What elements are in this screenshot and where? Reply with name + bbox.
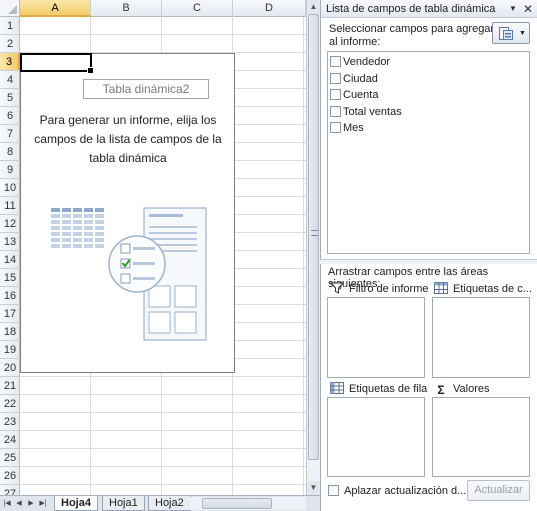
column-header-a[interactable]: A (20, 0, 91, 17)
field-item-ciudad[interactable]: Ciudad (330, 71, 378, 87)
row-header-18[interactable]: 18 (0, 323, 20, 341)
defer-update-label: Aplazar actualización d... (344, 485, 467, 497)
column-labels-label: Etiquetas de c... (453, 283, 532, 295)
row-header-7[interactable]: 7 (0, 125, 20, 143)
vertical-scrollbar[interactable]: ▲ ▼ (306, 0, 320, 495)
row-header-21[interactable]: 21 (0, 377, 20, 395)
field-item-vendedor[interactable]: Vendedor (330, 54, 390, 70)
select-all-corner[interactable] (0, 0, 20, 17)
defer-update-option[interactable]: Aplazar actualización d... (328, 484, 466, 498)
report-filter-header: Filtro de informe (330, 281, 428, 297)
sheet-tabs-bar: |◀ ◀ ▶ ▶| Hoja4 Hoja1 Hoja2 (0, 495, 320, 511)
panel-title: Lista de campos de tabla dinámica (321, 0, 537, 18)
sheet-tab-hoja2[interactable]: Hoja2 (148, 496, 191, 511)
scroll-down-icon[interactable]: ▼ (307, 481, 320, 495)
worksheet: A B C D 1 2 3 4 5 6 7 8 9 10 11 12 13 14 15 16 17 18 19 20 2… (0, 0, 306, 511)
row-header-4[interactable]: 4 (0, 71, 20, 89)
prev-sheet-icon[interactable]: ◀ (14, 497, 24, 510)
sheet-tab-hoja4[interactable]: Hoja4 (54, 496, 98, 511)
row-header-8[interactable]: 8 (0, 143, 20, 161)
row-header-6[interactable]: 6 (0, 107, 20, 125)
field-label: Cuenta (343, 89, 379, 101)
row-header-19[interactable]: 19 (0, 341, 20, 359)
field-label: Total ventas (343, 105, 402, 118)
row-header-5[interactable]: 5 (0, 89, 20, 107)
field-checkbox[interactable] (330, 56, 341, 67)
row-header-15[interactable]: 15 (0, 269, 20, 287)
row-header-16[interactable]: 16 (0, 287, 20, 305)
pivot-table-placeholder[interactable]: Tabla dinámica2 Para generar un informe,… (20, 53, 235, 373)
row-header-2[interactable]: 2 (0, 35, 20, 53)
row-header-13[interactable]: 13 (0, 233, 20, 251)
row-header-22[interactable]: 22 (0, 395, 20, 413)
report-filter-area[interactable] (327, 297, 425, 378)
column-labels-header: Etiquetas de c... (434, 281, 532, 297)
field-list-layout-button[interactable]: ▼ (492, 22, 530, 44)
horizontal-scroll-thumb[interactable] (202, 498, 272, 509)
report-filter-label: Filtro de informe (349, 283, 429, 295)
grip-icon (311, 230, 318, 236)
row-headers: 1 2 3 4 5 6 7 8 9 10 11 12 13 14 15 16 17 18 19 20 21 22 23 24 2… (0, 17, 20, 503)
filter-icon (330, 282, 344, 294)
scroll-up-icon[interactable]: ▲ (307, 0, 320, 14)
row-header-1[interactable]: 1 (0, 17, 20, 35)
row-header-23[interactable]: 23 (0, 413, 20, 431)
sheet-tab-hoja1[interactable]: Hoja1 (102, 496, 145, 511)
row-header-17[interactable]: 17 (0, 305, 20, 323)
pivot-table-name: Tabla dinámica2 (83, 79, 209, 99)
row-header-9[interactable]: 9 (0, 161, 20, 179)
column-labels-area[interactable] (432, 297, 530, 378)
values-area[interactable] (432, 397, 530, 477)
vertical-scroll-thumb[interactable] (308, 14, 319, 460)
row-labels-label: Etiquetas de fila (349, 383, 428, 395)
row-header-12[interactable]: 12 (0, 215, 20, 233)
active-cell-a3[interactable] (20, 53, 94, 74)
sigma-icon: Σ (437, 383, 445, 397)
row-header-24[interactable]: 24 (0, 431, 20, 449)
field-checkbox[interactable] (330, 122, 341, 133)
field-label: Vendedor (343, 56, 391, 68)
row-header-11[interactable]: 11 (0, 197, 20, 215)
chevron-down-icon: ▼ (519, 30, 526, 37)
row-header-3[interactable]: 3 (0, 53, 20, 71)
defer-update-checkbox[interactable] (328, 485, 339, 496)
panel-splitter[interactable] (320, 259, 537, 264)
row-labels-area[interactable] (327, 397, 425, 477)
column-header-d[interactable]: D (233, 0, 306, 17)
select-fields-label: Seleccionar campos para agregar al infor… (329, 23, 495, 48)
field-label: Ciudad (343, 72, 378, 85)
pivot-instructions: Para generar un informe, elija los campo… (34, 113, 222, 165)
row-labels-header: Etiquetas de fila (330, 381, 427, 397)
row-header-20[interactable]: 20 (0, 359, 20, 377)
column-header-c[interactable]: C (162, 0, 233, 17)
field-label: Mes (343, 122, 364, 134)
horizontal-scrollbar[interactable] (190, 497, 306, 510)
row-header-14[interactable]: 14 (0, 251, 20, 269)
row-header-25[interactable]: 25 (0, 449, 20, 467)
next-sheet-icon[interactable]: ▶ (26, 497, 36, 510)
row-header-26[interactable]: 26 (0, 467, 20, 485)
table-icon (434, 282, 448, 294)
pivot-illustration-icon (51, 207, 207, 341)
field-checkbox[interactable] (330, 89, 341, 100)
last-sheet-icon[interactable]: ▶| (38, 497, 48, 510)
column-headers: A B C D (20, 0, 306, 17)
close-icon[interactable]: ✕ (521, 0, 535, 18)
update-button[interactable]: Actualizar (467, 480, 530, 501)
values-header: Σ Valores (434, 381, 489, 397)
field-checkbox[interactable] (330, 72, 341, 84)
chevron-down-icon[interactable]: ▼ (507, 0, 519, 18)
field-list: Vendedor Ciudad Cuenta Total ventas Mes (327, 51, 530, 254)
field-item-mes[interactable]: Mes (330, 120, 364, 136)
field-item-total-ventas[interactable]: Total ventas (330, 104, 402, 120)
row-header-10[interactable]: 10 (0, 179, 20, 197)
column-header-b[interactable]: B (91, 0, 162, 17)
field-list-layout-icon (499, 27, 513, 40)
values-label: Valores (453, 383, 490, 395)
first-sheet-icon[interactable]: |◀ (2, 497, 12, 510)
field-checkbox[interactable] (330, 105, 341, 117)
table-icon (330, 382, 344, 394)
field-item-cuenta[interactable]: Cuenta (330, 87, 378, 103)
